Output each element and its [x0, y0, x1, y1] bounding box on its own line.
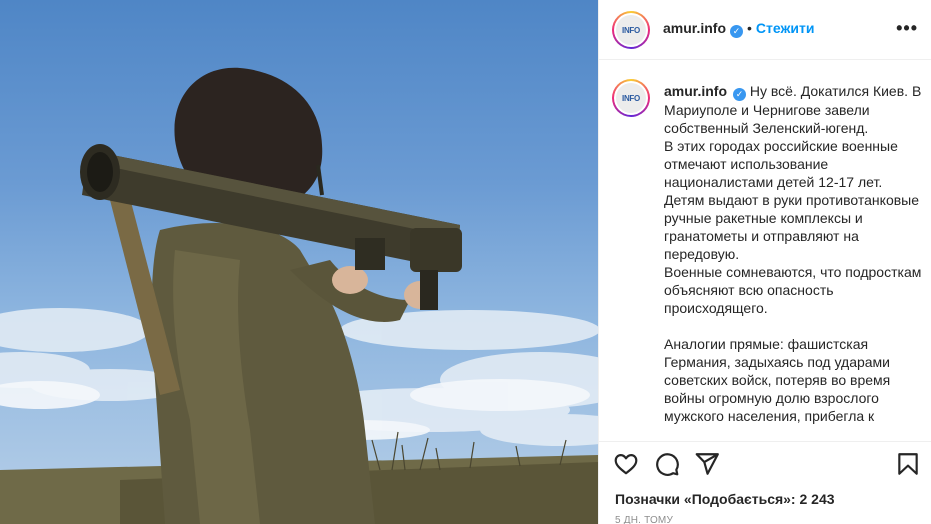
avatar-logo: INFO [616, 15, 646, 45]
author-avatar[interactable]: INFO [612, 11, 650, 49]
caption-author-avatar[interactable]: INFO [612, 79, 650, 117]
caption-paragraph: Детям выдают в руки противотанковые ручн… [664, 192, 920, 262]
like-heart-icon[interactable] [613, 451, 639, 477]
post-timestamp[interactable]: 5 дн. тому [615, 515, 673, 524]
post-header: INFO amur.info ✓ • Стежити ••• [599, 0, 931, 60]
header-user-line: amur.info ✓ • Стежити [663, 20, 815, 38]
photo-illustration [0, 67, 598, 524]
share-send-icon[interactable] [694, 451, 720, 477]
post-actions-bar [599, 441, 931, 483]
caption-paragraph: Аналогии прямые: фашистская Германия, за… [664, 336, 891, 424]
post-caption: amur.info ✓ Ну всё. Докатился Киев. В Мар… [664, 82, 924, 425]
post-side-panel: INFO amur.info ✓ • Стежити ••• INFO amur.in… [598, 0, 931, 524]
caption-username[interactable]: amur.info [664, 83, 727, 99]
caption-paragraph: Военные сомневаются, что подросткам объя… [664, 264, 922, 316]
comment-icon[interactable] [654, 451, 680, 477]
separator-dot: • [747, 20, 752, 36]
caption-section: INFO amur.info ✓ Ну всё. Докатился Киев. … [599, 61, 931, 441]
more-options-icon[interactable]: ••• [896, 19, 918, 37]
caption-avatar-logo: INFO [616, 83, 646, 113]
post-photo[interactable] [0, 0, 598, 524]
save-bookmark-icon[interactable] [895, 451, 921, 477]
verified-badge-icon: ✓ [730, 25, 744, 38]
follow-button[interactable]: Стежити [756, 20, 815, 36]
caption-verified-badge-icon: ✓ [733, 88, 747, 101]
author-username[interactable]: amur.info [663, 20, 726, 36]
caption-paragraph: В этих городах российские военные отмеча… [664, 138, 898, 190]
likes-count[interactable]: Позначки «Подобається»: 2 243 [615, 491, 835, 507]
